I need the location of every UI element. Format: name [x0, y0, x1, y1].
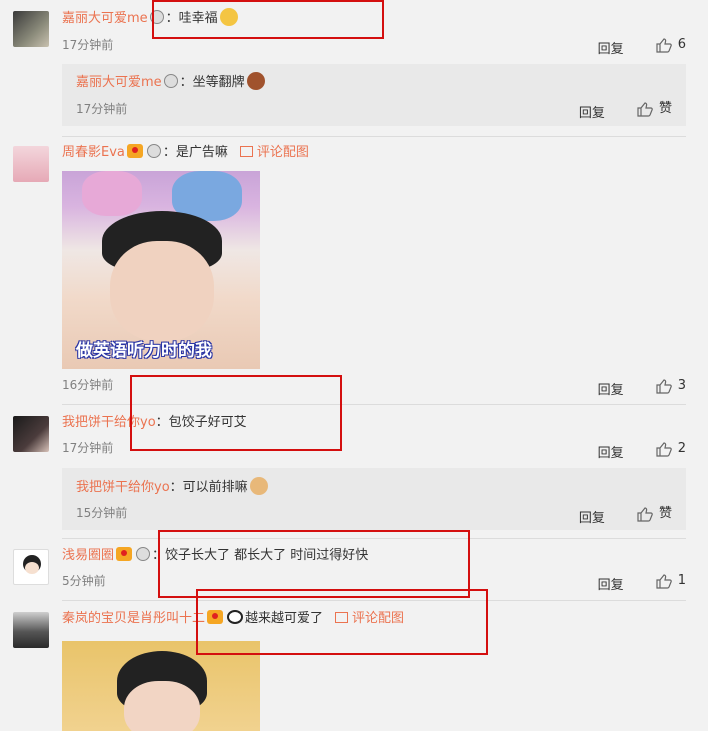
comment-text: 越来越可爱了 [245, 611, 324, 626]
face-shape [124, 681, 200, 731]
like-count: 6 [677, 37, 686, 52]
image-caption: 做英语听力时的我 [76, 341, 212, 361]
comment-image[interactable]: 做英语听力时的我 [62, 171, 260, 369]
face-shape [110, 241, 214, 341]
like-button[interactable]: 6 [656, 36, 686, 54]
like-button[interactable]: 3 [656, 377, 686, 395]
comment-line: 嘉丽大可爱me ：哇幸福 [62, 8, 238, 28]
comment-image-link[interactable]: 评论配图 [239, 145, 309, 160]
image-icon [239, 146, 253, 157]
like-icon [656, 573, 672, 589]
reply-button[interactable]: 回复 [598, 383, 624, 398]
medal-icon [146, 144, 161, 158]
comment-line: 秦岚的宝贝是肖彤叫十二 越来越可爱了 评论配图 [62, 609, 404, 629]
image-link-label: 评论配图 [256, 145, 309, 160]
toy-shape [82, 171, 142, 216]
reply-button[interactable]: 回复 [579, 511, 605, 526]
like-count: 1 [677, 573, 686, 588]
username-link[interactable]: 嘉丽大可爱me [76, 75, 162, 90]
avatar-face [25, 562, 39, 574]
like-count: 2 [677, 441, 686, 456]
like-label: 赞 [658, 101, 672, 116]
image-link-label: 评论配图 [352, 611, 405, 626]
comment-line: 浅易圈圈 ：饺子长大了 都长大了 时间过得好快 [62, 546, 368, 566]
like-button[interactable]: 1 [656, 572, 686, 590]
comment-text: ：是广告嘛 [162, 145, 228, 160]
emoji-icon [246, 72, 265, 90]
like-button[interactable]: 2 [656, 440, 686, 458]
reply-item: 嘉丽大可爱me ：坐等翻牌 17分钟前 回复 赞 [62, 64, 686, 126]
reply-button[interactable]: 回复 [598, 446, 624, 461]
username-link[interactable]: 秦岚的宝贝是肖彤叫十二 [62, 611, 205, 626]
timestamp: 5分钟前 [62, 574, 106, 588]
comment-actions: 回复 3 [598, 377, 686, 398]
timestamp: 15分钟前 [76, 506, 128, 520]
reply-text: ：坐等翻牌 [179, 75, 245, 90]
medal-icon [136, 547, 151, 561]
username-link[interactable]: 浅易圈圈 [62, 548, 114, 563]
reply-item: 我把饼干给你yo：可以前排嘛 15分钟前 回复 赞 [62, 468, 686, 530]
avatar[interactable] [13, 549, 49, 585]
comment-line: 周春影Eva ：是广告嘛 评论配图 [62, 143, 309, 163]
username-link[interactable]: 我把饼干给你yo [76, 480, 170, 495]
timestamp: 17分钟前 [62, 441, 114, 455]
medal-icon [163, 74, 178, 88]
image-icon [335, 612, 349, 623]
like-icon [637, 506, 653, 522]
vip-icon [126, 144, 143, 158]
username-link[interactable]: 嘉丽大可爱me [62, 11, 148, 26]
vip-icon [116, 547, 133, 561]
reply-line: 我把饼干给你yo：可以前排嘛 [76, 477, 268, 497]
reply-text: ：可以前排嘛 [169, 480, 248, 495]
divider [62, 136, 686, 137]
divider [62, 600, 686, 601]
timestamp: 16分钟前 [62, 378, 114, 392]
reply-button[interactable]: 回复 [598, 578, 624, 593]
divider [62, 404, 686, 405]
like-icon [656, 37, 672, 53]
timestamp: 17分钟前 [62, 38, 114, 52]
divider [62, 538, 686, 539]
comment-text: ：饺子长大了 都长大了 时间过得好快 [152, 548, 369, 563]
like-icon [656, 441, 672, 457]
like-icon [637, 101, 653, 117]
reply-line: 嘉丽大可爱me ：坐等翻牌 [76, 72, 265, 92]
comment-actions: 回复 1 [598, 572, 686, 593]
panda-icon [227, 610, 244, 624]
medal-icon [149, 10, 164, 24]
like-button[interactable]: 赞 [637, 100, 672, 118]
like-label: 赞 [658, 506, 672, 521]
like-button[interactable]: 赞 [637, 505, 672, 523]
like-count: 3 [677, 378, 686, 393]
reply-actions: 回复 赞 [579, 100, 672, 121]
comment-actions: 回复 6 [598, 36, 686, 57]
emoji-icon [219, 8, 238, 26]
avatar[interactable] [13, 612, 49, 648]
comment-image-link[interactable]: 评论配图 [335, 611, 404, 626]
comment-actions: 回复 2 [598, 440, 686, 461]
username-link[interactable]: 周春影Eva [62, 145, 125, 160]
timestamp: 17分钟前 [76, 102, 128, 116]
reply-button[interactable]: 回复 [598, 42, 624, 57]
avatar[interactable] [13, 416, 49, 452]
emoji-icon [249, 477, 268, 495]
comment-text: ：包饺子好可艾 [155, 415, 247, 430]
reply-button[interactable]: 回复 [579, 106, 605, 121]
comment-image[interactable] [62, 641, 260, 731]
avatar[interactable] [13, 11, 49, 47]
reply-actions: 回复 赞 [579, 505, 672, 526]
avatar[interactable] [13, 146, 49, 182]
comment-line: 我把饼干给你yo：包饺子好可艾 [62, 413, 247, 433]
username-link[interactable]: 我把饼干给你yo [62, 415, 156, 430]
vip-icon [207, 610, 224, 624]
like-icon [656, 378, 672, 394]
comment-text: ：哇幸福 [165, 11, 218, 26]
